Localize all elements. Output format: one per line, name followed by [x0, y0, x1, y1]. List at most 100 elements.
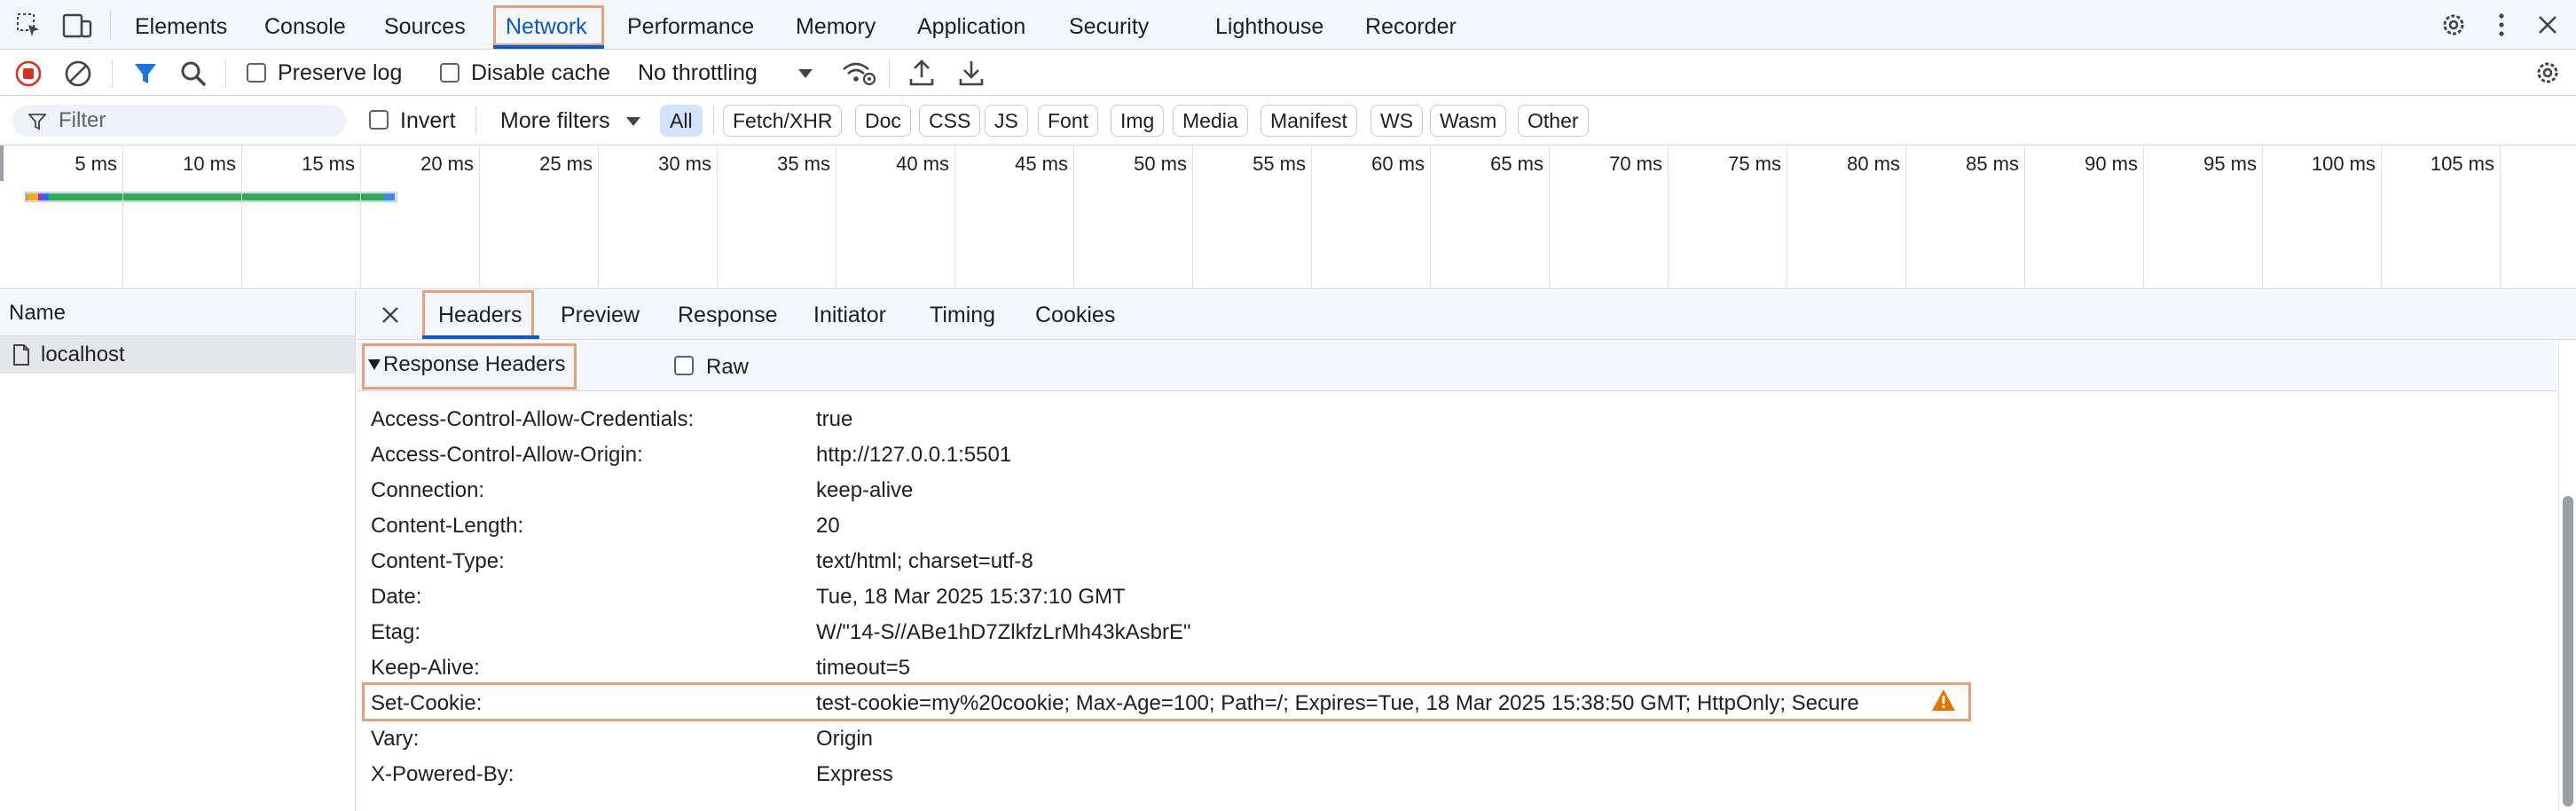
search-icon[interactable] [179, 59, 208, 88]
import-har-icon[interactable] [908, 58, 935, 88]
header-name: Access-Control-Allow-Origin: [371, 443, 643, 467]
scrollbar-thumb[interactable] [2563, 496, 2573, 807]
disable-cache-label: Disable cache [471, 60, 611, 85]
overview-tick-label: 15 ms [302, 153, 355, 175]
overview-gridline [1073, 146, 1074, 289]
overview-tick-label: 70 ms [1609, 153, 1662, 175]
header-row: Content-Type: text/html; charset=utf-8 [371, 544, 2553, 579]
close-devtools-icon[interactable] [2535, 12, 2560, 37]
name-column-label: Name [9, 301, 67, 325]
divider [112, 59, 113, 88]
type-filter-ws[interactable]: WS [1370, 105, 1424, 137]
type-filter-css[interactable]: CSS [919, 105, 981, 137]
overview-tick-label: 95 ms [2203, 153, 2257, 175]
inspect-element-icon[interactable] [16, 12, 43, 39]
clear-icon[interactable] [64, 59, 92, 88]
funnel-icon [28, 113, 46, 130]
overview-tick-label: 50 ms [1134, 153, 1187, 175]
type-filter-manifest[interactable]: Manifest [1261, 105, 1357, 137]
overview-tick-label: 30 ms [658, 153, 711, 175]
overview-gridline [717, 146, 718, 289]
invert-checkbox[interactable] [369, 110, 389, 130]
overview-handle-left[interactable] [0, 146, 4, 181]
tab-sources[interactable]: Sources [384, 0, 466, 50]
preserve-log-checkbox[interactable] [247, 63, 266, 83]
header-row: Etag: W/"14-S//ABe1hD7ZlkfzLrMh43kAsbrE" [371, 615, 2553, 650]
tab-performance[interactable]: Performance [627, 0, 754, 50]
network-toolbar: Preserve log Disable cache No throttling [0, 51, 2576, 96]
header-value: true [816, 407, 853, 431]
tab-initiator[interactable]: Initiator [813, 290, 886, 340]
header-name: Vary: [371, 727, 420, 751]
type-filter-other[interactable]: Other [1518, 105, 1589, 137]
type-filter-all[interactable]: All [660, 105, 703, 137]
type-filter-wasm[interactable]: Wasm [1430, 105, 1507, 137]
header-value: 20 [816, 514, 840, 538]
header-row: Content-Length: 20 [371, 508, 2553, 544]
raw-label: Raw [706, 355, 750, 379]
more-filters-button[interactable]: More filters [500, 107, 610, 134]
filter-input[interactable]: Filter [12, 105, 346, 137]
tab-console[interactable]: Console [264, 0, 346, 50]
throttling-select[interactable]: No throttling [638, 59, 758, 86]
overview-gridline [1311, 146, 1312, 289]
stop-recording-icon[interactable] [14, 59, 43, 88]
chevron-down-icon[interactable] [625, 115, 641, 128]
overview-tick-label: 55 ms [1253, 153, 1306, 175]
type-filter-img[interactable]: Img [1111, 105, 1165, 137]
name-column-header[interactable]: Name [0, 290, 355, 336]
tab-lighthouse[interactable]: Lighthouse [1215, 0, 1323, 50]
overview-gridline [1668, 146, 1669, 289]
network-overview[interactable]: 5 ms 10 ms 15 ms 20 ms 25 ms 30 ms 35 ms 40 ms 4… [0, 146, 2576, 289]
type-filter-media[interactable]: Media [1173, 105, 1248, 137]
tab-security[interactable]: Security [1069, 0, 1149, 50]
divider [110, 11, 111, 39]
overview-tick-label: 5 ms [75, 153, 117, 175]
header-name: Date: [371, 585, 422, 609]
overview-tick-label: 75 ms [1728, 153, 1781, 175]
raw-checkbox[interactable] [674, 356, 694, 375]
request-row[interactable]: localhost [0, 336, 355, 374]
header-value: timeout=5 [816, 656, 911, 680]
settings-icon[interactable] [2439, 11, 2468, 39]
chevron-down-icon[interactable] [797, 67, 813, 80]
tab-memory[interactable]: Memory [796, 0, 876, 50]
network-settings-icon[interactable] [2533, 59, 2562, 87]
close-icon[interactable] [380, 304, 401, 326]
type-filter-font[interactable]: Font [1038, 105, 1099, 137]
tab-recorder[interactable]: Recorder [1365, 0, 1457, 50]
active-tab-indicator [422, 335, 539, 339]
tab-timing[interactable]: Timing [930, 290, 995, 340]
tab-application[interactable]: Application [917, 0, 1025, 50]
network-conditions-icon[interactable] [841, 59, 876, 88]
filter-icon[interactable] [131, 59, 160, 88]
section-title[interactable]: Response Headers [383, 352, 565, 377]
scrollbar[interactable] [2558, 340, 2576, 811]
tab-elements[interactable]: Elements [135, 0, 227, 50]
tab-headers[interactable]: Headers [438, 290, 522, 340]
overview-request-bar [25, 192, 397, 202]
overview-tick-label: 40 ms [896, 153, 949, 175]
tab-preview[interactable]: Preview [561, 290, 640, 340]
header-name: Keep-Alive: [371, 656, 480, 680]
header-row: Connection: keep-alive [371, 473, 2553, 508]
header-value: Express [816, 762, 893, 786]
triangle-down-icon[interactable] [367, 358, 381, 371]
device-toolbar-icon[interactable] [62, 12, 92, 39]
more-options-icon[interactable] [2491, 11, 2512, 39]
type-filter-js[interactable]: JS [985, 105, 1028, 137]
type-filter-doc[interactable]: Doc [855, 105, 911, 137]
overview-gridline [2024, 146, 2025, 289]
tab-network[interactable]: Network [506, 0, 587, 50]
export-har-icon[interactable] [958, 58, 985, 88]
header-name: Connection: [371, 478, 485, 502]
overview-tick-label: 85 ms [1966, 153, 2019, 175]
tab-cookies[interactable]: Cookies [1035, 290, 1115, 340]
tab-response[interactable]: Response [678, 290, 778, 340]
type-filter-fetch-xhr[interactable]: Fetch/XHR [723, 105, 843, 137]
document-icon [12, 343, 30, 366]
header-row: Access-Control-Allow-Credentials: true [371, 402, 2553, 437]
overview-gridline [241, 146, 242, 289]
details-tab-bar: Headers Preview Response Initiator Timin… [357, 290, 2576, 340]
disable-cache-checkbox[interactable] [440, 63, 459, 83]
